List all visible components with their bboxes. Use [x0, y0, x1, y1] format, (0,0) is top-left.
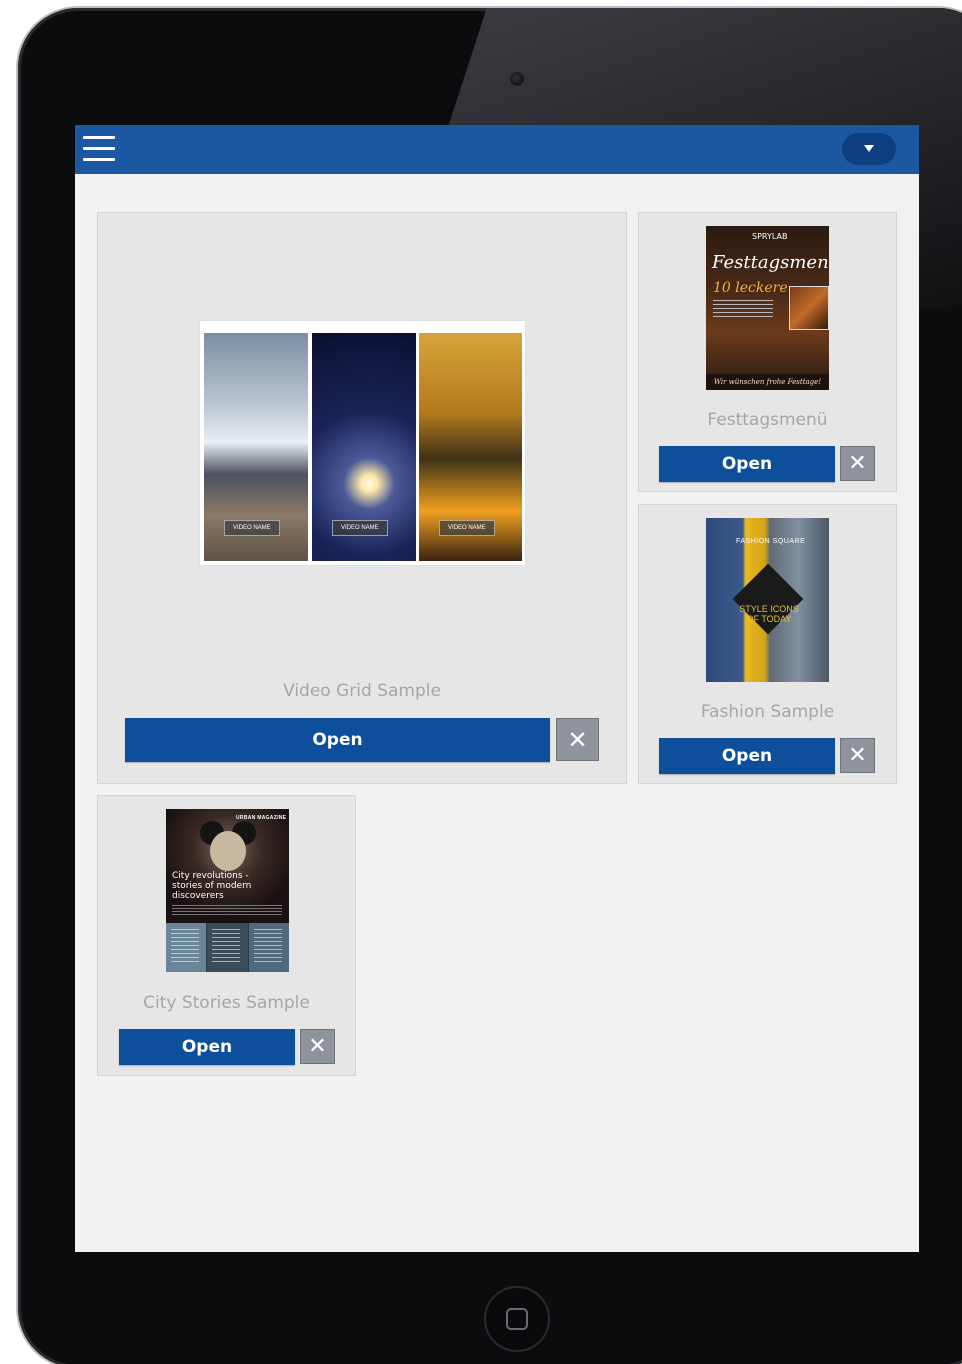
home-square-icon [506, 1308, 528, 1330]
caret-down-icon [864, 145, 874, 152]
close-icon[interactable]: ✕ [300, 1029, 335, 1064]
thumbnail-mountain-image: VIDEO NAME [204, 333, 308, 561]
cover-brand: SPRYLAB [752, 232, 788, 241]
home-button[interactable] [484, 1286, 550, 1352]
festtagsmenu-cover-thumbnail[interactable]: SPRYLAB Festtagsmenü 10 leckere Wir wüns… [706, 226, 829, 390]
cover-footer: Wir wünschen frohe Festtage! [706, 374, 829, 390]
card-title: Fashion Sample [700, 702, 835, 722]
cover-subtitle: 10 leckere [713, 280, 788, 296]
app-screen: VIDEO NAME VIDEO NAME VIDEO NAME Video G… [75, 125, 919, 1252]
close-icon[interactable]: ✕ [840, 446, 875, 481]
publication-card-video-grid: VIDEO NAME VIDEO NAME VIDEO NAME Video G… [97, 212, 627, 784]
cover-brand: FASHION SQUARE [736, 538, 806, 545]
top-bar [75, 125, 919, 174]
video-name-label: VIDEO NAME [224, 520, 280, 536]
city-stories-cover-thumbnail[interactable]: URBAN MAGAZINE City revolutions - storie… [166, 809, 289, 972]
open-button[interactable]: Open [119, 1029, 295, 1065]
close-icon[interactable]: ✕ [556, 718, 599, 761]
fashion-cover-thumbnail[interactable]: FASHION SQUARE STYLE ICONS OF TODAY [706, 518, 829, 682]
card-title: City Stories Sample [143, 993, 310, 1013]
cover-dish-image [789, 286, 829, 330]
publication-card-fashion: FASHION SQUARE STYLE ICONS OF TODAY Fash… [638, 504, 897, 784]
camera-icon [510, 72, 524, 86]
hamburger-menu-icon[interactable] [83, 136, 115, 162]
cover-brand: URBAN MAGAZINE [236, 815, 287, 821]
thumbnail-sunset-image: VIDEO NAME [419, 333, 522, 561]
dropdown-button[interactable] [842, 133, 896, 165]
cover-title: Festtagsmenü [712, 252, 829, 273]
video-grid-thumbnail[interactable]: VIDEO NAME VIDEO NAME VIDEO NAME [199, 320, 526, 566]
cover-headline: STYLE ICONS OF TODAY [739, 604, 799, 624]
open-button[interactable]: Open [659, 738, 835, 774]
close-icon[interactable]: ✕ [840, 738, 875, 773]
card-title: Video Grid Sample [283, 681, 441, 701]
thumbnail-night-sky-image: VIDEO NAME [312, 333, 416, 561]
cover-columns [166, 923, 289, 972]
publication-card-city-stories: URBAN MAGAZINE City revolutions - storie… [97, 795, 356, 1076]
card-title: Festtagsmenü [707, 410, 828, 430]
video-name-label: VIDEO NAME [439, 520, 495, 536]
cover-headline: City revolutions - stories of modern dis… [172, 871, 252, 901]
publication-card-festtagsmenu: SPRYLAB Festtagsmenü 10 leckere Wir wüns… [638, 212, 897, 492]
video-name-label: VIDEO NAME [332, 520, 388, 536]
open-button[interactable]: Open [659, 446, 835, 482]
open-button[interactable]: Open [125, 718, 550, 762]
